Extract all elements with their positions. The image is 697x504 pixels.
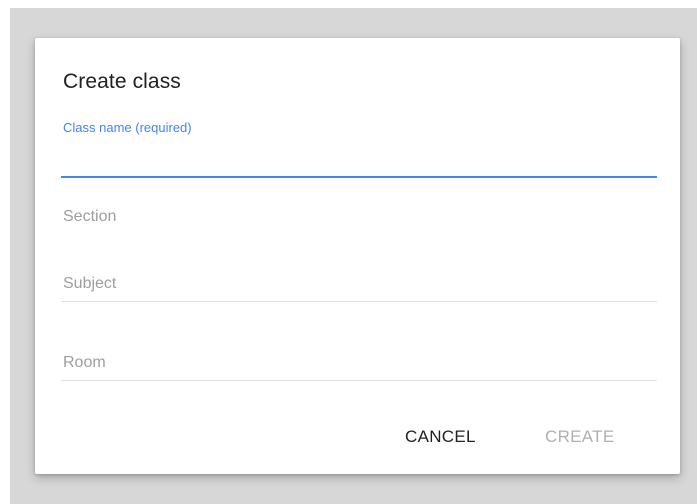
create-button[interactable]: CREATE: [539, 422, 621, 452]
room-input[interactable]: [61, 351, 657, 381]
class-name-field[interactable]: Class name (required): [61, 116, 657, 178]
room-field[interactable]: Room: [61, 351, 657, 381]
dialog-title: Create class: [63, 70, 181, 93]
class-name-label: Class name (required): [63, 120, 192, 135]
section-input[interactable]: [61, 206, 657, 236]
create-class-dialog: Create class Class name (required) Secti…: [35, 38, 680, 474]
subject-field[interactable]: Subject: [61, 272, 657, 302]
subject-underline: [61, 301, 657, 302]
class-name-input[interactable]: [61, 140, 657, 174]
class-name-underline: [61, 176, 657, 178]
section-field[interactable]: Section: [61, 206, 657, 236]
room-underline: [61, 380, 657, 381]
cancel-button[interactable]: CANCEL: [399, 422, 482, 452]
subject-input[interactable]: [61, 272, 657, 302]
